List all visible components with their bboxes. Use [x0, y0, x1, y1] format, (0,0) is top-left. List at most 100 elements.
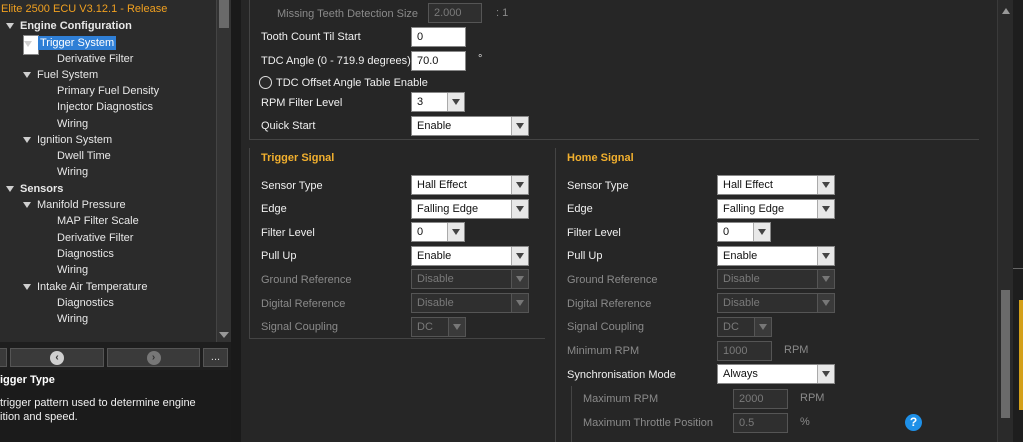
home-sensor-type-select[interactable]: Hall Effect [717, 175, 835, 195]
tree-item-primary-fuel-density[interactable]: Primary Fuel Density [57, 83, 159, 99]
trigger-ground-ref-select[interactable]: Disable [411, 269, 529, 289]
home-max-rpm-label: Maximum RPM [583, 393, 659, 405]
navigation-bar: ‹ › ... [0, 345, 231, 369]
tree-item-derivative-filter[interactable]: Derivative Filter [57, 51, 133, 67]
expand-icon [6, 186, 14, 193]
right-edge-panel [1013, 0, 1023, 442]
trigger-sensor-type-select[interactable]: Hall Effect [411, 175, 529, 195]
tree-item-map-diagnostics[interactable]: Diagnostics [57, 246, 114, 262]
missing-teeth-unit: : 1 [496, 7, 509, 19]
tree-item-map-wiring[interactable]: Wiring [57, 262, 88, 278]
tree-item-dwell-time[interactable]: Dwell Time [57, 148, 111, 164]
chevron-down-icon[interactable] [448, 318, 465, 336]
home-digital-ref-select[interactable]: Disable [717, 293, 835, 313]
trigger-coupling-select[interactable]: DC [411, 317, 466, 337]
trigger-edge-select[interactable]: Falling Edge [411, 199, 529, 219]
more-label: ... [210, 351, 221, 363]
tree-item-iat-diagnostics[interactable]: Diagnostics [57, 295, 114, 311]
trigger-digital-ref-label: Digital Reference [261, 298, 346, 310]
trigger-digital-ref-select[interactable]: Disable [411, 293, 529, 313]
tdc-offset-label: TDC Offset Angle Table Enable [276, 77, 428, 89]
tdc-angle-input[interactable]: 70.0 [411, 51, 466, 71]
chevron-down-icon[interactable] [511, 200, 528, 218]
trigger-filter-level-select[interactable]: 0 [411, 222, 465, 242]
home-pull-up-select[interactable]: Enable [717, 246, 835, 266]
expand-icon [23, 137, 31, 144]
home-max-throttle-input[interactable]: 0.5 [733, 413, 788, 433]
help-description: trigger pattern used to determine engine… [0, 396, 228, 424]
home-coupling-select[interactable]: DC [717, 317, 772, 337]
trigger-pull-up-select[interactable]: Enable [411, 246, 529, 266]
chevron-down-icon[interactable] [817, 176, 834, 194]
chevron-down-icon[interactable] [754, 318, 771, 336]
trigger-ground-ref-label: Ground Reference [261, 274, 352, 286]
tree-scrollbar[interactable] [216, 0, 231, 342]
edge-accent-bar [1019, 300, 1023, 410]
tree-item-ignition-system[interactable]: Ignition System [23, 132, 112, 148]
quick-start-select[interactable]: Enable [411, 116, 529, 136]
chevron-down-icon[interactable] [817, 247, 834, 265]
home-coupling-label: Signal Coupling [567, 321, 645, 333]
home-min-rpm-unit: RPM [784, 344, 809, 356]
nav-more-button[interactable]: ... [203, 348, 228, 367]
tree-item-map-derivative-filter[interactable]: Derivative Filter [57, 230, 133, 246]
trigger-sensor-type-label: Sensor Type [261, 180, 323, 192]
tree-item-engine-configuration[interactable]: Engine Configuration [6, 18, 132, 34]
tree-item-iat-wiring[interactable]: Wiring [57, 311, 88, 327]
scroll-down-icon[interactable] [219, 332, 229, 338]
home-filter-level-label: Filter Level [567, 227, 621, 239]
chevron-down-icon[interactable] [511, 270, 528, 288]
tree-item-sensors[interactable]: Sensors [6, 181, 63, 197]
settings-tree: Elite 2500 ECU V3.12.1 - Release Engine … [0, 0, 231, 342]
home-edge-select[interactable]: Falling Edge [717, 199, 835, 219]
sync-subgroup-border [571, 386, 572, 442]
settings-scrollbar-thumb[interactable] [1001, 290, 1010, 418]
chevron-down-icon[interactable] [511, 176, 528, 194]
home-edge-label: Edge [567, 203, 593, 215]
chevron-down-icon[interactable] [817, 270, 834, 288]
settings-scrollbar[interactable] [997, 0, 1013, 442]
forward-arrow-icon: › [146, 351, 161, 365]
tooth-count-input[interactable]: 0 [411, 27, 466, 47]
chevron-down-icon[interactable] [511, 294, 528, 312]
chevron-down-icon[interactable] [511, 247, 528, 265]
expand-icon [23, 202, 31, 209]
tree-item-fuel-system[interactable]: Fuel System [23, 67, 98, 83]
help-icon[interactable]: ? [905, 414, 922, 431]
home-pull-up-label: Pull Up [567, 250, 603, 262]
trigger-group-border [249, 148, 250, 338]
nav-first-button[interactable] [0, 348, 7, 367]
home-sync-mode-select[interactable]: Always [717, 364, 835, 384]
tree-item-manifold-pressure[interactable]: Manifold Pressure [23, 197, 126, 213]
home-filter-level-select[interactable]: 0 [717, 222, 771, 242]
tdc-offset-radio[interactable] [259, 76, 272, 89]
tree-item-map-filter-scale[interactable]: MAP Filter Scale [57, 213, 139, 229]
chevron-down-icon[interactable] [447, 223, 464, 241]
tree-item-trigger-system[interactable]: Trigger System [23, 35, 117, 55]
chevron-down-icon[interactable] [447, 93, 464, 111]
scroll-up-icon[interactable] [1002, 8, 1010, 14]
chevron-down-icon[interactable] [817, 365, 834, 383]
app-title: Elite 2500 ECU V3.12.1 - Release [1, 3, 168, 15]
chevron-down-icon[interactable] [511, 117, 528, 135]
home-ground-ref-select[interactable]: Disable [717, 269, 835, 289]
nav-back-button[interactable]: ‹ [10, 348, 104, 367]
tree-scrollbar-thumb[interactable] [219, 0, 229, 28]
tree-item-injector-diagnostics[interactable]: Injector Diagnostics [57, 99, 153, 115]
trigger-group-border-bottom [249, 338, 545, 339]
tree-item-ignition-wiring[interactable]: Wiring [57, 164, 88, 180]
missing-teeth-input[interactable]: 2.000 [428, 3, 482, 23]
nav-forward-button[interactable]: › [107, 348, 200, 367]
help-line-2: ition and speed. [0, 411, 78, 423]
tree-item-intake-air-temperature[interactable]: Intake Air Temperature [23, 279, 147, 295]
home-min-rpm-input[interactable]: 1000 [717, 341, 772, 361]
home-max-rpm-input[interactable]: 2000 [733, 389, 788, 409]
rpm-filter-select[interactable]: 3 [411, 92, 465, 112]
section-divider [249, 139, 979, 140]
chevron-down-icon[interactable] [817, 200, 834, 218]
chevron-down-icon[interactable] [817, 294, 834, 312]
panel-divider[interactable] [231, 0, 241, 442]
tree-item-fuel-wiring[interactable]: Wiring [57, 116, 88, 132]
home-min-rpm-label: Minimum RPM [567, 345, 640, 357]
chevron-down-icon[interactable] [753, 223, 770, 241]
